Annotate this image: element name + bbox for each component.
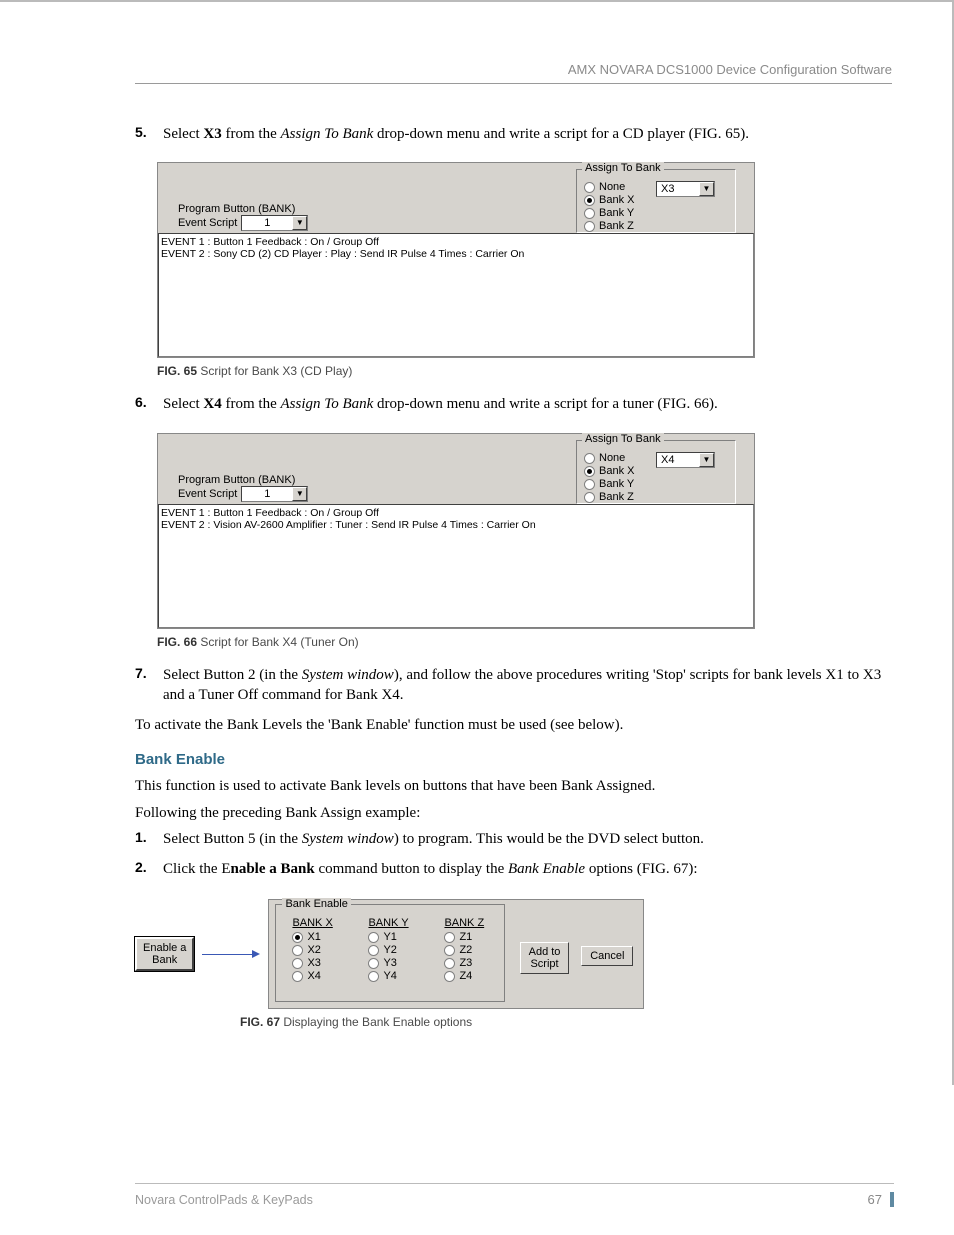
arrow-icon (202, 950, 260, 958)
step-number: 1. (135, 829, 163, 849)
bank-enable-legend: Bank Enable (282, 898, 350, 910)
tab-program-button[interactable]: Program Button (BANK) (178, 203, 295, 215)
fig-caption: FIG. 65 Script for Bank X3 (CD Play) (157, 364, 892, 378)
chevron-down-icon: ▼ (699, 453, 714, 467)
step-text: Click the Enable a Bank command button t… (163, 859, 698, 879)
radio-banky[interactable] (584, 479, 595, 490)
radio-banky[interactable] (584, 208, 595, 219)
paragraph: This function is used to activate Bank l… (135, 776, 892, 796)
step-text: Select Button 5 (in the System window) t… (163, 829, 704, 849)
event-script-label: Event Script (178, 217, 237, 229)
paragraph: To activate the Bank Levels the 'Bank En… (135, 715, 892, 735)
step-number: 5. (135, 124, 163, 144)
radio-x4[interactable] (292, 971, 303, 982)
event-list[interactable]: EVENT 1 : Button 1 Feedback : On / Group… (158, 504, 754, 628)
page-number: 67 (868, 1192, 894, 1207)
section-heading: Bank Enable (135, 751, 892, 768)
enable-a-bank-button[interactable]: Enable a Bank (135, 937, 194, 971)
paragraph: Following the preceding Bank Assign exam… (135, 803, 892, 823)
list-item: EVENT 2 : Vision AV-2600 Amplifier : Tun… (161, 519, 751, 531)
bankz-header: BANK Z (436, 917, 496, 929)
step-number: 6. (135, 394, 163, 414)
step-text: Select X4 from the Assign To Bank drop-d… (163, 394, 718, 414)
event-script-selector[interactable]: 1 ▼ (241, 215, 308, 231)
step-text: Select Button 2 (in the System window), … (163, 665, 892, 706)
chevron-down-icon: ▼ (292, 216, 307, 230)
radio-x2[interactable] (292, 945, 303, 956)
radio-bankz[interactable] (584, 492, 595, 503)
radio-none[interactable] (584, 453, 595, 464)
assign-bank-select[interactable]: X3 ▼ (656, 181, 715, 197)
add-to-script-button[interactable]: Add to Script (520, 942, 570, 974)
radio-y1[interactable] (368, 932, 379, 943)
fig65-screenshot: Program Button (BANK) Event Script 1 ▼ A… (157, 162, 755, 358)
radio-bankx[interactable] (584, 195, 595, 206)
assign-legend: Assign To Bank (582, 162, 664, 174)
radio-z3[interactable] (444, 958, 455, 969)
step-number: 2. (135, 859, 163, 879)
running-header: AMX NOVARA DCS1000 Device Configuration … (135, 62, 892, 84)
list-item: EVENT 1 : Button 1 Feedback : On / Group… (161, 507, 751, 519)
step-text: Select X3 from the Assign To Bank drop-d… (163, 124, 749, 144)
radio-x3[interactable] (292, 958, 303, 969)
step-number: 7. (135, 665, 163, 706)
chevron-down-icon: ▼ (699, 182, 714, 196)
radio-bankx[interactable] (584, 466, 595, 477)
list-item: EVENT 2 : Sony CD (2) CD Player : Play :… (161, 248, 751, 260)
fig67-panel: Bank Enable BANK X X1 X2 X3 X4 BANK Y Y1… (268, 899, 644, 1009)
radio-z1[interactable] (444, 932, 455, 943)
radio-none[interactable] (584, 182, 595, 193)
assign-bank-select[interactable]: X4 ▼ (656, 452, 715, 468)
event-list[interactable]: EVENT 1 : Button 1 Feedback : On / Group… (158, 233, 754, 357)
bankx-header: BANK X (284, 917, 344, 929)
event-script-selector[interactable]: 1 ▼ (241, 486, 308, 502)
list-item: EVENT 1 : Button 1 Feedback : On / Group… (161, 236, 751, 248)
cancel-button[interactable]: Cancel (581, 946, 633, 966)
event-script-label: Event Script (178, 488, 237, 500)
radio-y4[interactable] (368, 971, 379, 982)
chevron-down-icon: ▼ (292, 487, 307, 501)
footer-title: Novara ControlPads & KeyPads (135, 1193, 313, 1207)
radio-bankz[interactable] (584, 221, 595, 232)
radio-z2[interactable] (444, 945, 455, 956)
fig-caption: FIG. 66 Script for Bank X4 (Tuner On) (157, 635, 892, 649)
fig66-screenshot: Program Button (BANK) Event Script 1 ▼ A… (157, 433, 755, 629)
radio-z4[interactable] (444, 971, 455, 982)
radio-y3[interactable] (368, 958, 379, 969)
fig-caption: FIG. 67 Displaying the Bank Enable optio… (240, 1015, 892, 1029)
assign-legend: Assign To Bank (582, 433, 664, 445)
radio-y2[interactable] (368, 945, 379, 956)
tab-program-button[interactable]: Program Button (BANK) (178, 474, 295, 486)
radio-x1[interactable] (292, 932, 303, 943)
banky-header: BANK Y (360, 917, 420, 929)
